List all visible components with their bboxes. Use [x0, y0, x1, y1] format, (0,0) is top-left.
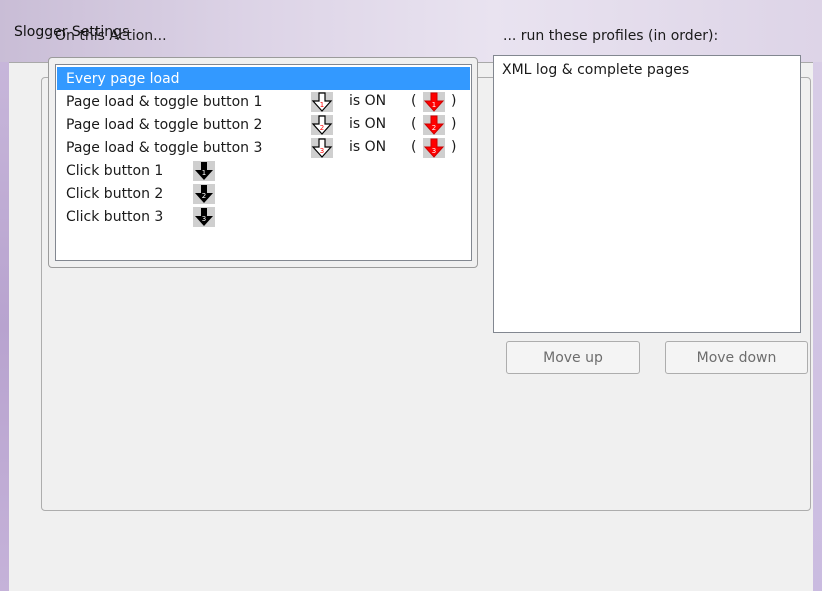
arrow-number: 1	[432, 101, 436, 109]
close-paren: )	[451, 93, 457, 109]
list-item-label: Page load & toggle button 2	[66, 116, 263, 133]
arrow-number: 2	[320, 124, 324, 132]
list-item-click-1[interactable]: Click button 1 1	[57, 159, 470, 182]
list-item-label: Click button 2	[66, 185, 164, 202]
open-paren: (	[411, 139, 417, 155]
move-down-button[interactable]: Move down	[665, 341, 808, 374]
list-item-label: Click button 3	[66, 208, 164, 225]
white-down-arrow-icon: 3	[311, 138, 333, 158]
black-down-arrow-icon: 1	[193, 161, 215, 181]
arrow-number: 1	[202, 169, 206, 177]
settings-window: Slogger Settings On this Action... ... r…	[0, 0, 822, 591]
red-down-arrow-icon: 3	[423, 138, 445, 158]
move-up-button[interactable]: Move up	[506, 341, 640, 374]
arrow-number: 2	[202, 192, 206, 200]
list-item-label: Click button 1	[66, 162, 164, 179]
window-left-border	[0, 62, 9, 591]
actions-header: On this Action...	[55, 28, 167, 44]
toggle-state: is ON	[349, 116, 387, 132]
white-down-arrow-icon: 1	[311, 92, 333, 112]
open-paren: (	[411, 116, 417, 132]
red-down-arrow-icon: 2	[423, 115, 445, 135]
toggle-state: is ON	[349, 93, 387, 109]
white-down-arrow-icon: 2	[311, 115, 333, 135]
list-item-click-2[interactable]: Click button 2 2	[57, 182, 470, 205]
actions-list[interactable]: Every page load Page load & toggle butto…	[55, 64, 472, 261]
open-paren: (	[411, 93, 417, 109]
toggle-state: is ON	[349, 139, 387, 155]
window-right-border	[813, 62, 822, 591]
list-item-toggle-3[interactable]: Page load & toggle button 3 3 is ON ( 3 …	[57, 136, 470, 159]
list-item-toggle-2[interactable]: Page load & toggle button 2 2 is ON ( 2 …	[57, 113, 470, 136]
profiles-header: ... run these profiles (in order):	[503, 28, 719, 44]
list-item-label: Page load & toggle button 3	[66, 139, 263, 156]
list-item-click-3[interactable]: Click button 3 3	[57, 205, 470, 228]
list-item-toggle-1[interactable]: Page load & toggle button 1 1 is ON ( 1 …	[57, 90, 470, 113]
arrow-number: 1	[320, 101, 324, 109]
arrow-number: 2	[432, 124, 436, 132]
black-down-arrow-icon: 2	[193, 184, 215, 204]
list-item-every-page-load[interactable]: Every page load	[57, 67, 470, 90]
list-item-label: Page load & toggle button 1	[66, 93, 263, 110]
list-item-label: Every page load	[66, 70, 180, 87]
arrow-number: 3	[320, 147, 324, 155]
close-paren: )	[451, 116, 457, 132]
arrow-number: 3	[432, 147, 436, 155]
close-paren: )	[451, 139, 457, 155]
black-down-arrow-icon: 3	[193, 207, 215, 227]
profiles-list[interactable]: XML log & complete pages	[493, 55, 801, 333]
list-item[interactable]: XML log & complete pages	[502, 62, 689, 78]
arrow-number: 3	[202, 215, 206, 223]
red-down-arrow-icon: 1	[423, 92, 445, 112]
